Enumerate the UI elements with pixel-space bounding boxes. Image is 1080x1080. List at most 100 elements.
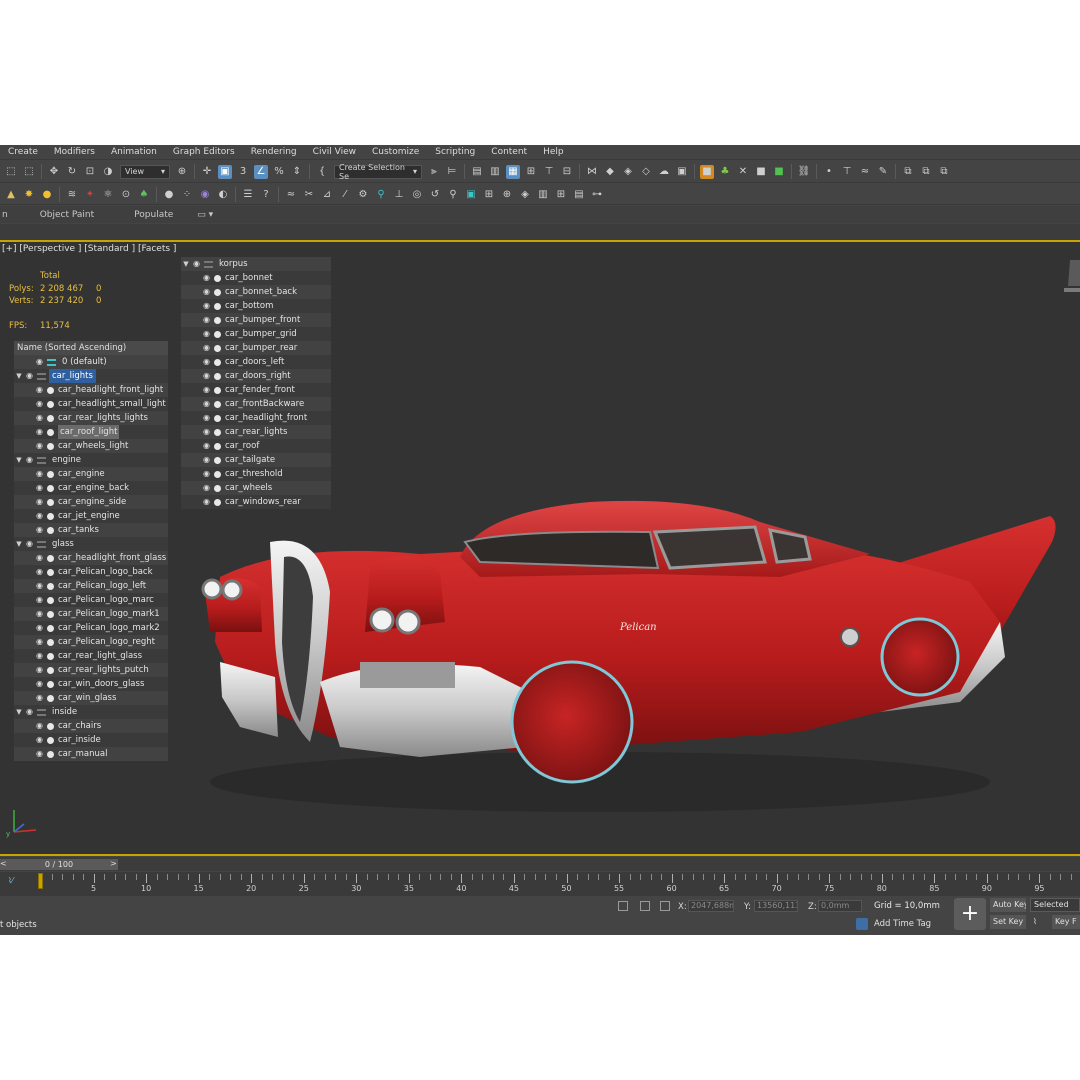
object-row[interactable]: ◉ car_rear_lights_lights (14, 411, 168, 425)
object-row[interactable]: ◉ car_Pelican_logo_marc (14, 593, 168, 607)
book-icon[interactable]: ▥ (536, 187, 550, 201)
list-icon[interactable]: ☰ (241, 187, 255, 201)
expand-triangle-icon[interactable]: ▼ (14, 705, 24, 719)
plugin-dot-icon[interactable]: • (822, 165, 836, 179)
scene-explorer-icon[interactable]: ▤ (470, 165, 484, 179)
visibility-eye-icon[interactable]: ◉ (201, 271, 212, 285)
percent-snap-icon[interactable]: % (272, 165, 286, 179)
expand-triangle-icon[interactable]: ▼ (14, 453, 24, 467)
menu-civil-view[interactable]: Civil View (305, 147, 364, 157)
object-row[interactable]: ◉ car_wheels (181, 481, 331, 495)
menu-scripting[interactable]: Scripting (427, 147, 483, 157)
particle-icon[interactable]: ✦ (83, 187, 97, 201)
reference-coordinate-dropdown[interactable]: View ▾ (120, 164, 170, 179)
y-coordinate-field[interactable]: 13560,113 (754, 900, 798, 912)
visibility-eye-icon[interactable]: ◉ (201, 383, 212, 397)
shader-icon[interactable]: ◉ (198, 187, 212, 201)
render-setup-icon[interactable]: ⋈ (585, 165, 599, 179)
physics-icon[interactable]: ⚛ (101, 187, 115, 201)
absolute-mode-icon[interactable] (660, 901, 670, 911)
bulb-icon[interactable]: ⚲ (446, 187, 460, 201)
object-row[interactable]: ◉ car_frontBackware (181, 397, 331, 411)
object-row[interactable]: ◉ car_rear_lights_putch (14, 663, 168, 677)
explorer-column-header[interactable]: Name (Sorted Ascending) (14, 341, 168, 355)
render-production-icon[interactable]: ◈ (621, 165, 635, 179)
menu-graph-editors[interactable]: Graph Editors (165, 147, 243, 157)
object-row[interactable]: ◉ car_windows_rear (181, 495, 331, 509)
tag-icon[interactable]: ◈ (518, 187, 532, 201)
object-row[interactable]: ◉ car_bonnet_back (181, 285, 331, 299)
warning-icon[interactable]: ▲ (4, 187, 18, 201)
visibility-eye-icon[interactable]: ◉ (34, 425, 45, 439)
visibility-eye-icon[interactable]: ◉ (24, 705, 35, 719)
plugin-cloth-icon[interactable]: ≈ (858, 165, 872, 179)
visibility-eye-icon[interactable]: ◉ (34, 621, 45, 635)
expand-triangle-icon[interactable]: ▼ (14, 537, 24, 551)
layer-row[interactable]: ▼ ◉ engine (14, 453, 168, 467)
next-frame-icon[interactable]: > (110, 859, 117, 868)
object-row[interactable]: ◉ car_bumper_grid (181, 327, 331, 341)
visibility-eye-icon[interactable]: ◉ (34, 579, 45, 593)
object-row[interactable]: ◉ car_bottom (181, 299, 331, 313)
object-row[interactable]: ◉ car_inside (14, 733, 168, 747)
material-editor-icon[interactable]: ⊟ (560, 165, 574, 179)
layer-row[interactable]: ▼ ◉ glass (14, 537, 168, 551)
key-filter-icon[interactable]: ⌇ (1030, 915, 1042, 929)
object-row[interactable]: ◉ car_threshold (181, 467, 331, 481)
visibility-eye-icon[interactable]: ◉ (34, 565, 45, 579)
pin-icon[interactable]: ⚲ (374, 187, 388, 201)
plugin-tree-icon[interactable]: ♣ (718, 165, 732, 179)
mirror-icon[interactable]: ⫸ (427, 165, 441, 179)
render-online-icon[interactable]: ▣ (675, 165, 689, 179)
visibility-eye-icon[interactable]: ◉ (34, 691, 45, 705)
set-key-button[interactable]: Set Key (990, 915, 1026, 929)
visibility-eye-icon[interactable]: ◉ (34, 607, 45, 621)
visibility-eye-icon[interactable]: ◉ (201, 453, 212, 467)
leaf-icon[interactable]: ♠ (137, 187, 151, 201)
visibility-eye-icon[interactable]: ◉ (201, 327, 212, 341)
visibility-eye-icon[interactable]: ◉ (34, 719, 45, 733)
visibility-eye-icon[interactable]: ◉ (201, 355, 212, 369)
visibility-eye-icon[interactable]: ◉ (34, 635, 45, 649)
visibility-eye-icon[interactable]: ◉ (201, 369, 212, 383)
visibility-eye-icon[interactable]: ◉ (34, 593, 45, 607)
object-row[interactable]: ◉ car_headlight_front_light (14, 383, 168, 397)
plugin-box-icon[interactable]: ■ (754, 165, 768, 179)
object-row[interactable]: ◉ car_manual (14, 747, 168, 761)
rotate-icon[interactable]: ↻ (65, 165, 79, 179)
visibility-eye-icon[interactable]: ◉ (201, 397, 212, 411)
tube-icon[interactable]: ⊥ (392, 187, 406, 201)
visibility-eye-icon[interactable]: ◉ (201, 313, 212, 327)
x-coordinate-field[interactable]: 2047,688m (688, 900, 734, 912)
visibility-eye-icon[interactable]: ◉ (24, 537, 35, 551)
object-row[interactable]: ◉ car_Pelican_logo_mark1 (14, 607, 168, 621)
visibility-eye-icon[interactable]: ◉ (201, 439, 212, 453)
menu-modifiers[interactable]: Modifiers (46, 147, 103, 157)
sphere-icon[interactable]: ● (162, 187, 176, 201)
object-row[interactable]: ◉ car_bonnet (181, 271, 331, 285)
key-selection-dropdown[interactable]: Selected (1030, 898, 1080, 912)
toggle-ribbon-icon[interactable]: ▦ (506, 164, 520, 179)
pivot-center-icon[interactable]: ⊕ (175, 165, 189, 179)
key-filters-button[interactable]: Key F (1052, 915, 1080, 929)
object-row[interactable]: ◉ car_headlight_front (181, 411, 331, 425)
render-iterative-icon[interactable]: ◇ (639, 165, 653, 179)
snaps-toggle-icon[interactable]: 3 (236, 165, 250, 179)
tab-object-paint[interactable]: Object Paint (40, 210, 94, 220)
visibility-eye-icon[interactable]: ◉ (34, 509, 45, 523)
time-cursor[interactable] (38, 873, 43, 889)
menu-content[interactable]: Content (483, 147, 535, 157)
visibility-eye-icon[interactable]: ◉ (191, 257, 202, 271)
object-row[interactable]: ◉ car_bumper_rear (181, 341, 331, 355)
object-row[interactable]: ◉ car_Pelican_logo_reght (14, 635, 168, 649)
place-icon[interactable]: ◑ (101, 165, 115, 179)
ribbon-options-icon[interactable]: ▭ ▾ (197, 210, 213, 220)
cloth-icon[interactable]: ⊙ (119, 187, 133, 201)
visibility-eye-icon[interactable]: ◉ (201, 481, 212, 495)
keyboard-shortcut-override-icon[interactable]: ▣ (218, 164, 232, 179)
object-row[interactable]: ◉ car_roof_light (14, 425, 168, 439)
layer-row[interactable]: ▼ ◉ inside (14, 705, 168, 719)
visibility-eye-icon[interactable]: ◉ (34, 495, 45, 509)
hair-icon[interactable]: ≋ (65, 187, 79, 201)
lock-icon[interactable] (640, 901, 650, 911)
